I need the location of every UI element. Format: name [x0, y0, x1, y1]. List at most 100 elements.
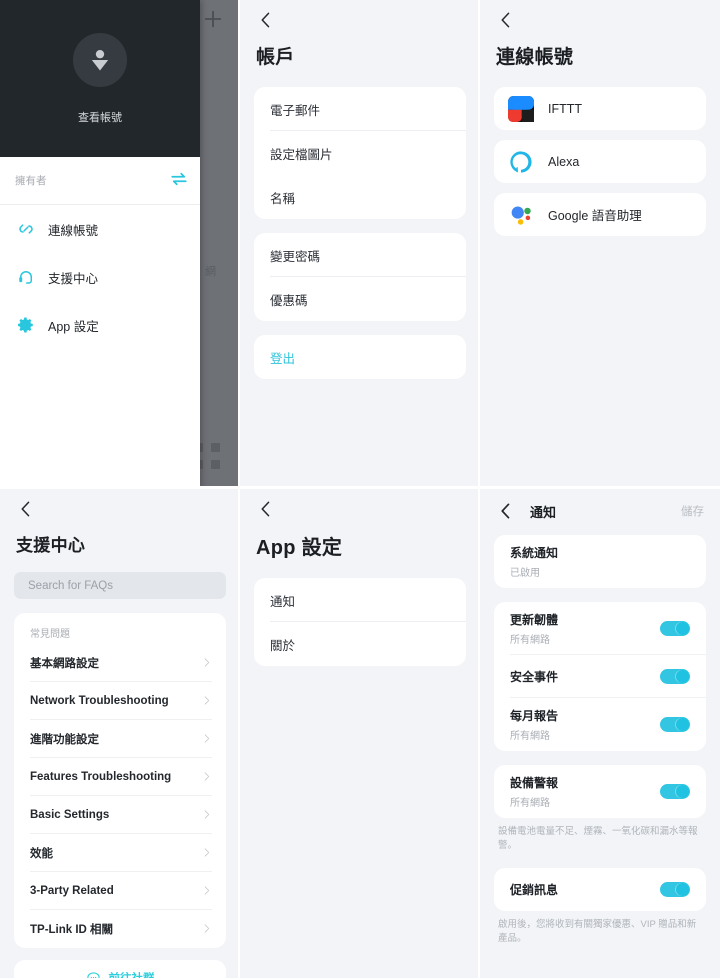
sidebar-item-connected-accounts[interactable]: 連線帳號 — [0, 205, 200, 253]
chevron-left-icon[interactable] — [256, 10, 276, 30]
alexa-logo-icon — [510, 150, 532, 173]
background-ghost-text: 網 — [205, 266, 216, 278]
account-row-profile-picture[interactable]: 設定檔圖片 — [254, 131, 466, 175]
service-item-ifttt[interactable]: IFTTT — [494, 87, 706, 130]
notifications-header: 通知 儲存 — [480, 489, 720, 521]
faq-row-3[interactable]: Features Troubleshooting — [14, 758, 226, 796]
chevron-right-icon — [204, 696, 210, 705]
owner-row: 擁有者 — [0, 157, 200, 205]
signout-button[interactable]: 登出 — [254, 335, 466, 379]
row-subtitle: 所有網路 — [510, 798, 550, 809]
row-label: 變更密碼 — [270, 249, 321, 264]
account-row-email[interactable]: 電子郵件 — [254, 87, 466, 131]
faq-row-5[interactable]: 效能 — [14, 834, 226, 872]
faq-row-6[interactable]: 3-Party Related — [14, 872, 226, 910]
search-placeholder: Search for FAQs — [28, 579, 114, 592]
system-notification-card[interactable]: 系統通知 已啟用 — [494, 535, 706, 588]
panel-notifications: 通知 儲存 系統通知 已啟用 更新韌體 所有網路 安全事件 每月報告 所有網路 … — [480, 489, 720, 978]
account-row-promo-code[interactable]: 優惠碼 — [254, 277, 466, 321]
row-label: 優惠碼 — [270, 293, 308, 308]
faq-label: Basic Settings — [30, 809, 110, 821]
sidebar-item-label: 支援中心 — [48, 271, 99, 286]
chat-bubble-icon — [86, 971, 100, 978]
toggle-device-alerts[interactable] — [660, 784, 690, 799]
link-icon — [19, 224, 33, 234]
faq-row-2[interactable]: 進階功能設定 — [14, 720, 226, 758]
row-title: 每月報告 — [510, 709, 559, 723]
toggle-monthly-report[interactable] — [660, 717, 690, 732]
app-settings-header: App 設定 — [240, 489, 480, 560]
chevron-left-icon[interactable] — [496, 10, 516, 30]
chevron-left-icon[interactable] — [256, 499, 276, 519]
account-row-name[interactable]: 名稱 — [254, 175, 466, 219]
service-name: Alexa — [548, 154, 580, 169]
row-subtitle: 已啟用 — [510, 568, 540, 579]
service-item-google-assistant[interactable]: Google 語音助理 — [494, 193, 706, 236]
chevron-left-icon[interactable] — [496, 501, 516, 521]
ifttt-logo-icon — [508, 95, 534, 122]
chevron-left-icon[interactable] — [16, 499, 36, 519]
owner-label: 擁有者 — [15, 175, 47, 187]
page-title: 支援中心 — [16, 536, 86, 555]
account-signout-card[interactable]: 登出 — [254, 335, 466, 379]
notification-row-promotions[interactable]: 促銷訊息 — [494, 868, 706, 911]
app-settings-card: 通知 關於 — [254, 578, 466, 666]
person-avatar-icon — [91, 49, 109, 70]
drawer-header[interactable]: 查看帳號 — [0, 0, 200, 157]
notification-row-firmware-update[interactable]: 更新韌體 所有網路 — [494, 602, 706, 655]
notification-row-monthly-report[interactable]: 每月報告 所有網路 — [494, 698, 706, 751]
app-settings-row-about[interactable]: 關於 — [254, 622, 466, 666]
service-item-alexa[interactable]: Alexa — [494, 140, 706, 183]
go-to-community-button[interactable]: 前往社群 — [14, 960, 226, 978]
google-assistant-logo-icon — [511, 205, 531, 225]
page-title: 通知 — [530, 504, 557, 520]
faq-row-4[interactable]: Basic Settings — [14, 796, 226, 834]
toggle-promotions[interactable] — [660, 881, 690, 897]
app-settings-row-notifications[interactable]: 通知 — [254, 578, 466, 622]
save-button[interactable]: 儲存 — [681, 503, 704, 519]
sidebar-item-support-center[interactable]: 支援中心 — [0, 253, 200, 301]
device-alerts-hint: 設備電池電量不足、煙霧、一氧化碳和漏水等報警。 — [498, 826, 698, 852]
notification-row-device-alerts[interactable]: 設備警報 所有網路 — [494, 765, 706, 818]
row-title: 設備警報 — [510, 776, 559, 790]
faq-row-1[interactable]: Network Troubleshooting — [14, 682, 226, 720]
faq-label: 效能 — [30, 848, 53, 860]
row-label: 通知 — [270, 594, 296, 609]
account-row-change-password[interactable]: 變更密碼 — [254, 233, 466, 277]
notification-row-system[interactable]: 系統通知 已啟用 — [494, 535, 706, 588]
swap-accounts-icon[interactable] — [170, 172, 188, 186]
service-name: IFTTT — [548, 101, 583, 116]
row-label: 電子郵件 — [270, 103, 321, 118]
faq-section-header: 常見問題 — [30, 629, 70, 640]
row-title: 安全事件 — [510, 670, 559, 684]
toggle-security-events[interactable] — [660, 669, 690, 684]
notification-device-card: 設備警報 所有網路 — [494, 765, 706, 818]
page-title: 連線帳號 — [496, 47, 574, 68]
plus-icon[interactable] — [202, 8, 224, 30]
toggle-firmware-update[interactable] — [660, 621, 690, 636]
promotions-hint: 啟用後，您將收到有關獨家優惠、VIP 贈品和新產品。 — [498, 918, 697, 944]
account-profile-card: 電子郵件 設定檔圖片 名稱 — [254, 87, 466, 219]
notification-row-security-events[interactable]: 安全事件 — [494, 655, 706, 698]
row-title: 系統通知 — [510, 546, 559, 560]
community-label: 前往社群 — [109, 970, 155, 978]
sidebar-item-app-settings[interactable]: App 設定 — [0, 301, 200, 349]
row-label: 名稱 — [270, 191, 296, 206]
search-input[interactable]: Search for FAQs — [14, 572, 226, 599]
notification-promo-card: 促銷訊息 — [494, 867, 706, 911]
account-header: 帳戶 — [240, 0, 480, 69]
chevron-right-icon — [204, 810, 210, 819]
drawer: 查看帳號 擁有者 連線帳號 支援中心 App 設定 — [0, 0, 200, 489]
panel-app-settings: App 設定 通知 關於 — [240, 489, 480, 978]
services-list: IFTTT Alexa Google 語音助理 — [480, 87, 720, 236]
account-security-card: 變更密碼 優惠碼 — [254, 233, 466, 321]
faq-row-0[interactable]: 基本網路設定 — [14, 644, 226, 682]
faq-label: Features Troubleshooting — [30, 771, 172, 783]
view-account-label[interactable]: 查看帳號 — [78, 109, 122, 125]
faq-row-7[interactable]: TP-Link ID 相關 — [14, 910, 226, 948]
support-header: 支援中心 — [0, 489, 240, 556]
chevron-right-icon — [204, 734, 210, 743]
faq-label: 進階功能設定 — [30, 734, 99, 746]
faq-label: 3-Party Related — [30, 885, 114, 897]
faq-label: TP-Link ID 相關 — [30, 924, 114, 936]
